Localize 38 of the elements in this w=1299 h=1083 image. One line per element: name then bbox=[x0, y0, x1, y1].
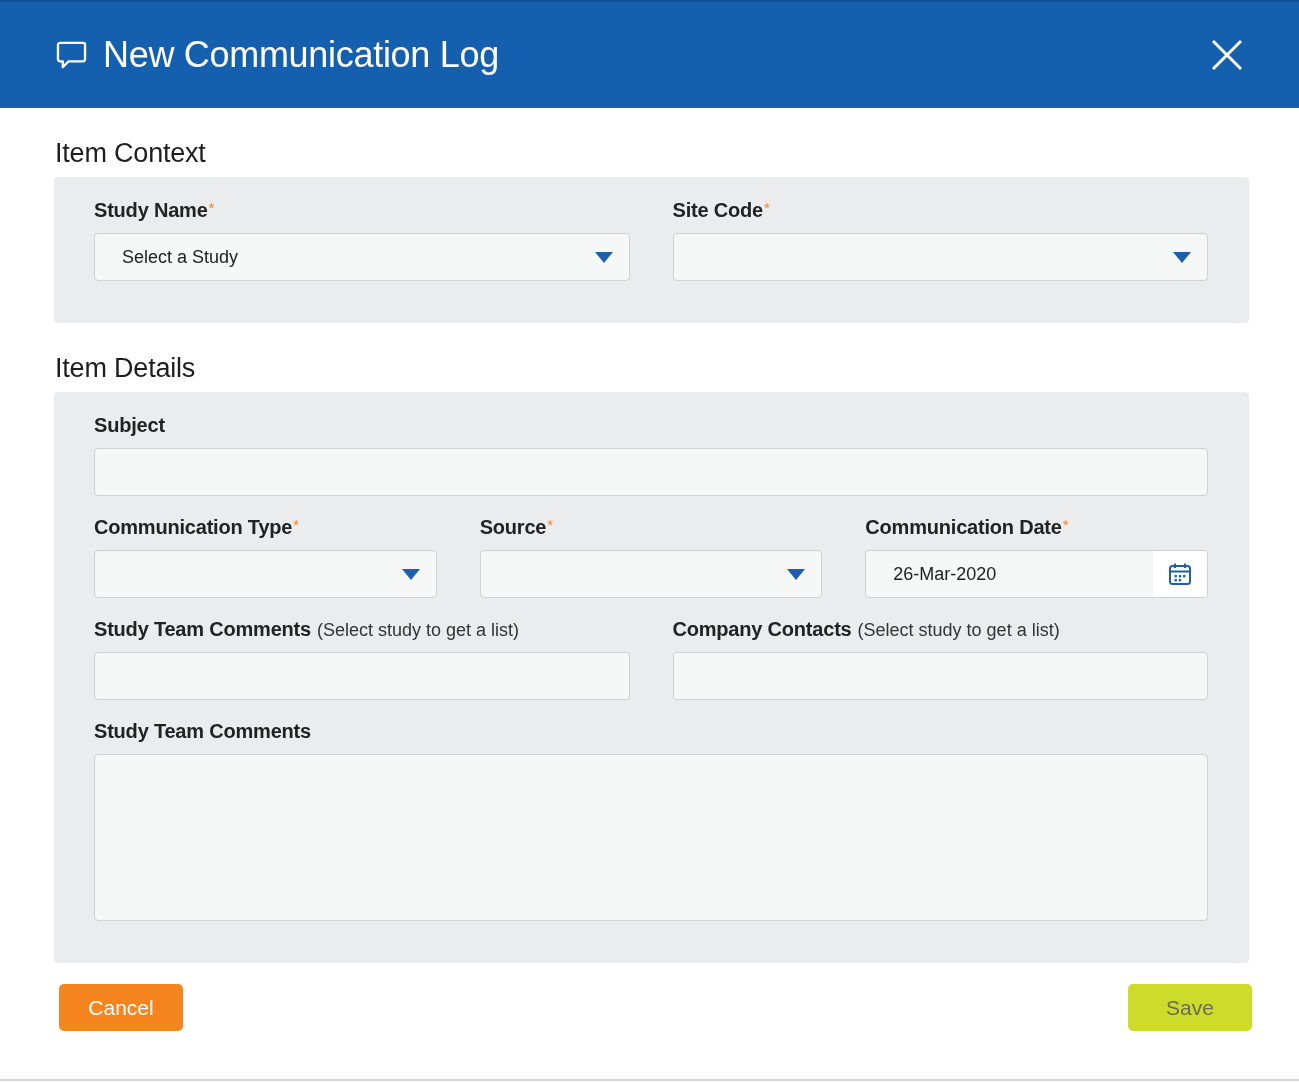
section-title: Item Details bbox=[55, 353, 197, 384]
field-label: Study Team Comments bbox=[94, 720, 311, 743]
field-label: Study Team Comments bbox=[94, 618, 311, 641]
field-label: Site Code bbox=[672, 199, 763, 222]
date-field[interactable]: 26-Mar-2020 bbox=[865, 550, 1208, 598]
section-title: Item Context bbox=[55, 138, 207, 169]
field-label: Company Contacts bbox=[672, 618, 852, 641]
caret-down-icon bbox=[787, 568, 806, 580]
dialog-title: New Communication Log bbox=[103, 34, 500, 76]
field-label: Communication Type bbox=[94, 516, 293, 539]
dropdown-field[interactable] bbox=[672, 233, 1208, 281]
caret-down-icon bbox=[401, 568, 420, 580]
close-icon bbox=[1211, 39, 1243, 71]
input-field[interactable] bbox=[94, 652, 630, 700]
field-label: Source bbox=[479, 516, 547, 539]
hint-text: (Select study to get a list) bbox=[317, 620, 520, 641]
text-area[interactable] bbox=[94, 754, 1208, 921]
field-label: Study Name bbox=[94, 199, 208, 222]
calendar-button[interactable] bbox=[1153, 551, 1207, 597]
required-mark: * bbox=[547, 516, 554, 533]
caret-down-icon bbox=[1173, 251, 1191, 263]
field-label: Subject bbox=[94, 414, 165, 437]
save-button[interactable]: Save bbox=[1128, 984, 1252, 1031]
required-mark: * bbox=[208, 199, 215, 216]
required-mark: * bbox=[1062, 516, 1069, 533]
field-label: Communication Date bbox=[865, 516, 1062, 539]
input-field[interactable] bbox=[94, 448, 1208, 496]
chat-bubble-icon bbox=[56, 40, 87, 70]
close-button[interactable] bbox=[1211, 39, 1243, 71]
dropdown-field[interactable] bbox=[479, 550, 823, 598]
dropdown-field[interactable]: Select a Study bbox=[94, 233, 630, 281]
calendar-icon bbox=[1168, 562, 1192, 586]
hint-text: (Select study to get a list) bbox=[857, 620, 1060, 641]
required-mark: * bbox=[763, 199, 770, 216]
required-mark: * bbox=[293, 516, 300, 533]
dropdown-field[interactable] bbox=[94, 550, 437, 598]
caret-down-icon bbox=[594, 251, 613, 263]
input-field[interactable] bbox=[672, 652, 1208, 700]
